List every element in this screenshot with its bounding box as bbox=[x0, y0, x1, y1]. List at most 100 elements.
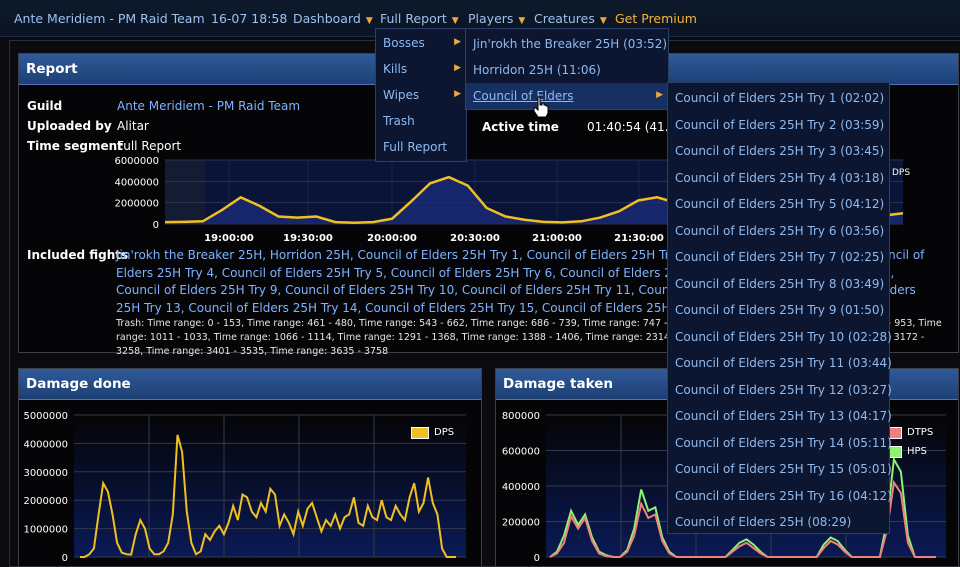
nav-creatures[interactable]: Creatures ▼ bbox=[534, 11, 607, 26]
council-try-label: Council of Elders 25H Try 2 (03:59) bbox=[675, 117, 885, 132]
included-fights-label: Included fights bbox=[27, 248, 129, 262]
council-try-label: Council of Elders 25H (08:29) bbox=[675, 515, 852, 529]
council-try-label: Council of Elders 25H Try 6 (03:56) bbox=[675, 223, 885, 238]
menu-item-full-report-label: Full Report bbox=[383, 140, 448, 154]
damage-done-y-tick-label: 1000000 bbox=[23, 525, 68, 536]
overview-y-tick-label: 0 bbox=[153, 220, 159, 231]
council-try-item[interactable]: Council of Elders 25H Try 4 (03:18) bbox=[668, 165, 889, 191]
damage-done-title: Damage done bbox=[26, 376, 131, 392]
nav-dashboard-label: Dashboard bbox=[293, 11, 361, 26]
council-try-label: Council of Elders 25H Try 13 (04:17) bbox=[675, 409, 892, 423]
report-title: Report bbox=[26, 61, 78, 77]
menu-item-kills-label: Kills bbox=[383, 62, 408, 76]
council-try-item[interactable]: Council of Elders 25H Try 13 (04:17) bbox=[668, 403, 892, 429]
chevron-down-icon: ▼ bbox=[451, 16, 459, 26]
damage-taken-y-tick-label: 800000 bbox=[502, 411, 540, 422]
damage-taken-y-tick-label: 600000 bbox=[502, 447, 540, 458]
damage-done-chart[interactable]: 0 1000000 2000000 3000000 4000000 5000000 bbox=[19, 401, 479, 566]
council-try-item[interactable]: Council of Elders 25H Try 12 (03:27) bbox=[668, 377, 892, 403]
council-try-item[interactable]: Council of Elders 25H Try 15 (05:01) bbox=[668, 456, 892, 482]
nav-date: 16-07 18:58 bbox=[211, 11, 288, 26]
overview-x-tick-label: 21:00:00 bbox=[532, 233, 582, 244]
nav-guild-name[interactable]: Ante Meridiem - PM Raid Team bbox=[14, 11, 205, 26]
damage-done-y-tick-label: 0 bbox=[62, 553, 68, 564]
damage-taken-legend-dtps: DTPS bbox=[907, 427, 934, 438]
overview-x-tick-label: 19:00:00 bbox=[204, 233, 254, 244]
menu-item-council-of-elders[interactable]: Council of Elders ▶ bbox=[466, 83, 668, 109]
damage-done-y-tick-label: 4000000 bbox=[23, 439, 68, 450]
overview-y-tick-label: 6000000 bbox=[114, 156, 159, 167]
guild-link[interactable]: Ante Meridiem - PM Raid Team bbox=[117, 99, 300, 113]
damage-taken-legend-hps: HPS bbox=[907, 446, 927, 457]
nav-creatures-label: Creatures bbox=[534, 11, 595, 26]
uploaded-by-label: Uploaded by bbox=[27, 119, 112, 133]
council-try-label: Council of Elders 25H Try 11 (03:44) bbox=[675, 356, 892, 370]
menu-item-bosses-label: Bosses bbox=[383, 36, 425, 50]
menu-item-horridon[interactable]: Horridon 25H (11:06) bbox=[466, 57, 668, 83]
council-try-item[interactable]: Council of Elders 25H Try 6 (03:56) bbox=[668, 218, 889, 244]
council-try-item[interactable]: Council of Elders 25H Try 8 (03:49) bbox=[668, 271, 889, 297]
council-try-label: Council of Elders 25H Try 5 (04:12) bbox=[675, 197, 885, 211]
full-report-menu: Bosses ▶ Kills ▶ Wipes ▶ Trash Full Report bbox=[375, 28, 467, 162]
council-try-item[interactable]: Council of Elders 25H Try 5 (04:12) bbox=[668, 191, 889, 217]
nav-full-report-label: Full Report bbox=[380, 11, 447, 26]
council-try-label: Council of Elders 25H Try 12 (03:27) bbox=[675, 382, 892, 397]
chevron-down-icon: ▼ bbox=[365, 16, 373, 26]
damage-taken-y-ticks: 0 200000 400000 600000 800000 bbox=[502, 411, 540, 564]
overview-y-tick-label: 2000000 bbox=[114, 199, 159, 210]
menu-item-bosses[interactable]: Bosses ▶ bbox=[376, 30, 466, 56]
menu-item-trash-label: Trash bbox=[383, 114, 415, 128]
menu-item-jinrokh[interactable]: Jin'rokh the Breaker 25H (03:52) bbox=[466, 31, 668, 57]
nav-players-label: Players bbox=[468, 11, 514, 26]
nav-full-report[interactable]: Full Report ▼ bbox=[380, 11, 459, 26]
council-try-label: Council of Elders 25H Try 9 (01:50) bbox=[675, 303, 885, 317]
council-try-item[interactable]: Council of Elders 25H Try 9 (01:50) bbox=[668, 297, 889, 323]
council-of-elders-submenu: Council of Elders 25H Try 1 (02:02) Coun… bbox=[667, 82, 892, 535]
overview-x-tick-label: 20:30:00 bbox=[450, 233, 500, 244]
damage-done-panel: Damage done 0 1000000 2000000 3000000 400000… bbox=[18, 368, 482, 566]
time-segment-label: Time segment bbox=[27, 139, 123, 153]
council-try-item[interactable]: Council of Elders 25H Try 1 (02:02) bbox=[668, 85, 889, 111]
council-try-label: Council of Elders 25H Try 15 (05:01) bbox=[675, 462, 892, 476]
bosses-submenu: Jin'rokh the Breaker 25H (03:52) Horrido… bbox=[465, 28, 669, 110]
council-try-label: Council of Elders 25H Try 4 (03:18) bbox=[675, 170, 885, 185]
council-try-item[interactable]: Council of Elders 25H Try 16 (04:12) bbox=[668, 483, 892, 509]
nav-dashboard[interactable]: Dashboard ▼ bbox=[293, 11, 373, 26]
active-time-label: Active time bbox=[482, 120, 559, 134]
chevron-right-icon: ▶ bbox=[454, 37, 461, 47]
damage-taken-y-tick-label: 200000 bbox=[502, 518, 540, 529]
nav-players[interactable]: Players ▼ bbox=[468, 11, 525, 26]
overview-x-tick-label: 21:30:00 bbox=[614, 233, 664, 244]
active-time-value: 01:40:54 (41.2 bbox=[587, 120, 677, 134]
menu-item-full-report[interactable]: Full Report bbox=[376, 134, 466, 160]
overview-y-tick-label: 4000000 bbox=[114, 177, 159, 188]
menu-item-trash[interactable]: Trash bbox=[376, 108, 466, 134]
council-try-item[interactable]: Council of Elders 25H Try 14 (05:11) bbox=[668, 430, 892, 456]
council-try-item[interactable]: Council of Elders 25H Try 11 (03:44) bbox=[668, 350, 892, 376]
uploaded-by-value: Alitar bbox=[117, 119, 149, 133]
guild-label: Guild bbox=[27, 99, 63, 113]
overview-legend-dps: DPS bbox=[892, 168, 911, 178]
overview-x-tick-label: 20:00:00 bbox=[367, 233, 417, 244]
damage-done-y-tick-label: 5000000 bbox=[23, 411, 68, 422]
menu-item-wipes[interactable]: Wipes ▶ bbox=[376, 82, 466, 108]
time-segment-value: Full Report bbox=[117, 139, 182, 153]
council-try-item[interactable]: Council of Elders 25H Try 10 (02:28) bbox=[668, 324, 892, 350]
overview-x-ticks: 19:00:00 19:30:00 20:00:00 20:30:00 21:00:00… bbox=[204, 233, 664, 244]
council-try-label: Council of Elders 25H Try 16 (04:12) bbox=[675, 488, 892, 503]
damage-done-header: Damage done bbox=[19, 369, 481, 400]
nav-get-premium[interactable]: Get Premium bbox=[615, 11, 697, 26]
menu-item-kills[interactable]: Kills ▶ bbox=[376, 56, 466, 82]
council-try-label: Council of Elders 25H Try 10 (02:28) bbox=[675, 329, 892, 344]
council-try-item[interactable]: Council of Elders 25H Try 7 (02:25) bbox=[668, 244, 889, 270]
damage-taken-y-tick-label: 0 bbox=[534, 553, 540, 564]
damage-done-plot-bg bbox=[74, 415, 466, 557]
damage-done-y-tick-label: 2000000 bbox=[23, 496, 68, 507]
council-try-item[interactable]: Council of Elders 25H Try 3 (03:45) bbox=[668, 138, 889, 164]
menu-item-horridon-label: Horridon 25H (11:06) bbox=[473, 63, 601, 77]
council-try-item[interactable]: Council of Elders 25H Try 2 (03:59) bbox=[668, 112, 889, 138]
council-try-label: Council of Elders 25H Try 7 (02:25) bbox=[675, 250, 885, 264]
damage-done-legend-swatch bbox=[411, 427, 429, 439]
council-try-item[interactable]: Council of Elders 25H (08:29) bbox=[668, 509, 889, 535]
damage-done-y-tick-label: 3000000 bbox=[23, 468, 68, 479]
